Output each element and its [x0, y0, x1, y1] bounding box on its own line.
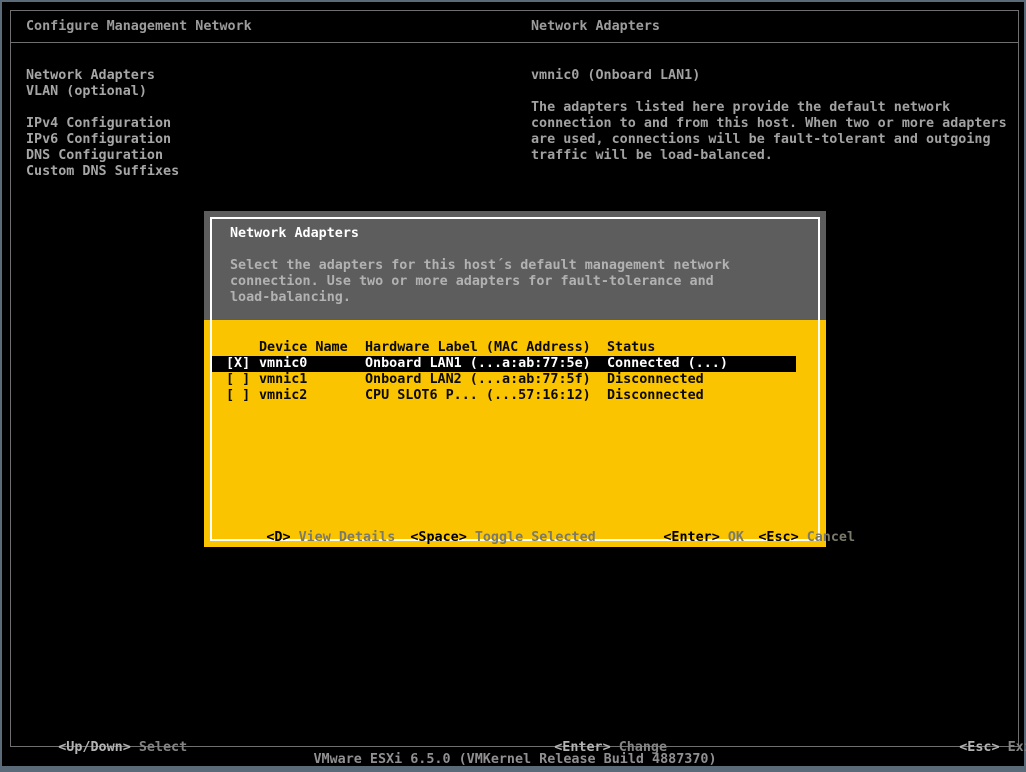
hardware-label-cell: Onboard LAN2 (...a:ab:77:5f) [365, 372, 591, 387]
info-description-line: traffic will be load-balanced. [531, 148, 773, 163]
network-adapters-dialog: Network Adapters Select the adapters for… [204, 211, 855, 547]
device-name-cell: vmnic0 [259, 356, 308, 371]
info-description-line: are used, connections will be fault-tole… [531, 132, 991, 147]
page-title: Configure Management Network [26, 19, 252, 34]
column-header-status: Status [607, 340, 656, 355]
info-description-line: The adapters listed here provide the def… [531, 100, 951, 115]
hardware-label-cell: CPU SLOT6 P... (...57:16:12) [365, 388, 591, 403]
table-row-vmnic2[interactable]: [ ] vmnic2 CPU SLOT6 P... (...57:16:12) … [212, 388, 796, 404]
menu-item-ipv4-configuration[interactable]: IPv4 Configuration [26, 116, 171, 132]
dialog-description-line: connection. Use two or more adapters for… [230, 274, 714, 289]
menu-item-vlan[interactable]: VLAN (optional) [26, 84, 147, 100]
section-title: Network Adapters [531, 19, 660, 34]
hint-label: Cancel [806, 530, 856, 545]
table-row-vmnic0[interactable]: [X] vmnic0 Onboard LAN1 (...a:ab:77:5e) … [212, 356, 796, 372]
dialog-description-line: Select the adapters for this host´s defa… [230, 258, 730, 273]
console-screen: Configure Management Network Network Ada… [2, 2, 1026, 767]
hint-toggle-selected: <Space> Toggle Selected [362, 514, 596, 562]
header-divider [11, 42, 1018, 43]
table-header: Device Name Hardware Label (MAC Address)… [212, 340, 796, 356]
dialog-title: Network Adapters [230, 226, 359, 241]
column-header-hardware-label: Hardware Label (MAC Address) [365, 340, 591, 355]
hardware-label-cell: Onboard LAN1 (...a:ab:77:5e) [365, 356, 591, 371]
table-row-vmnic1[interactable]: [ ] vmnic1 Onboard LAN2 (...a:ab:77:5f) … [212, 372, 796, 388]
dialog-description-line: load-balancing. [230, 290, 351, 305]
checkbox-vmnic0[interactable]: [X] [226, 356, 250, 372]
device-name-cell: vmnic2 [259, 388, 308, 403]
menu-item-custom-dns-suffixes[interactable]: Custom DNS Suffixes [26, 164, 179, 180]
checkbox-vmnic2[interactable]: [ ] [226, 388, 250, 404]
status-cell: Disconnected [607, 388, 704, 403]
version-text: VMware ESXi 6.5.0 (VMKernel Release Buil… [313, 752, 717, 767]
key-d: <D> [266, 530, 291, 545]
hint-label: Toggle Selected [474, 530, 596, 545]
esxi-dcui: { "header": { "left_title": "Configure M… [0, 0, 1026, 770]
menu-item-dns-configuration[interactable]: DNS Configuration [26, 148, 163, 164]
column-header-device-name: Device Name [259, 340, 348, 355]
hint-cancel: <Esc> Cancel [710, 514, 855, 562]
info-adapter-title: vmnic0 (Onboard LAN1) [531, 68, 701, 83]
checkbox-vmnic1[interactable]: [ ] [226, 372, 250, 388]
key-esc: <Esc> [758, 530, 799, 545]
status-cell: Disconnected [607, 372, 704, 387]
info-description-line: connection to and from this host. When t… [531, 116, 1007, 131]
key-space: <Space> [410, 530, 467, 545]
device-name-cell: vmnic1 [259, 372, 308, 387]
menu-item-network-adapters[interactable]: Network Adapters [26, 68, 155, 84]
status-cell: Connected (...) [607, 356, 728, 371]
menu-item-ipv6-configuration[interactable]: IPv6 Configuration [26, 132, 171, 148]
